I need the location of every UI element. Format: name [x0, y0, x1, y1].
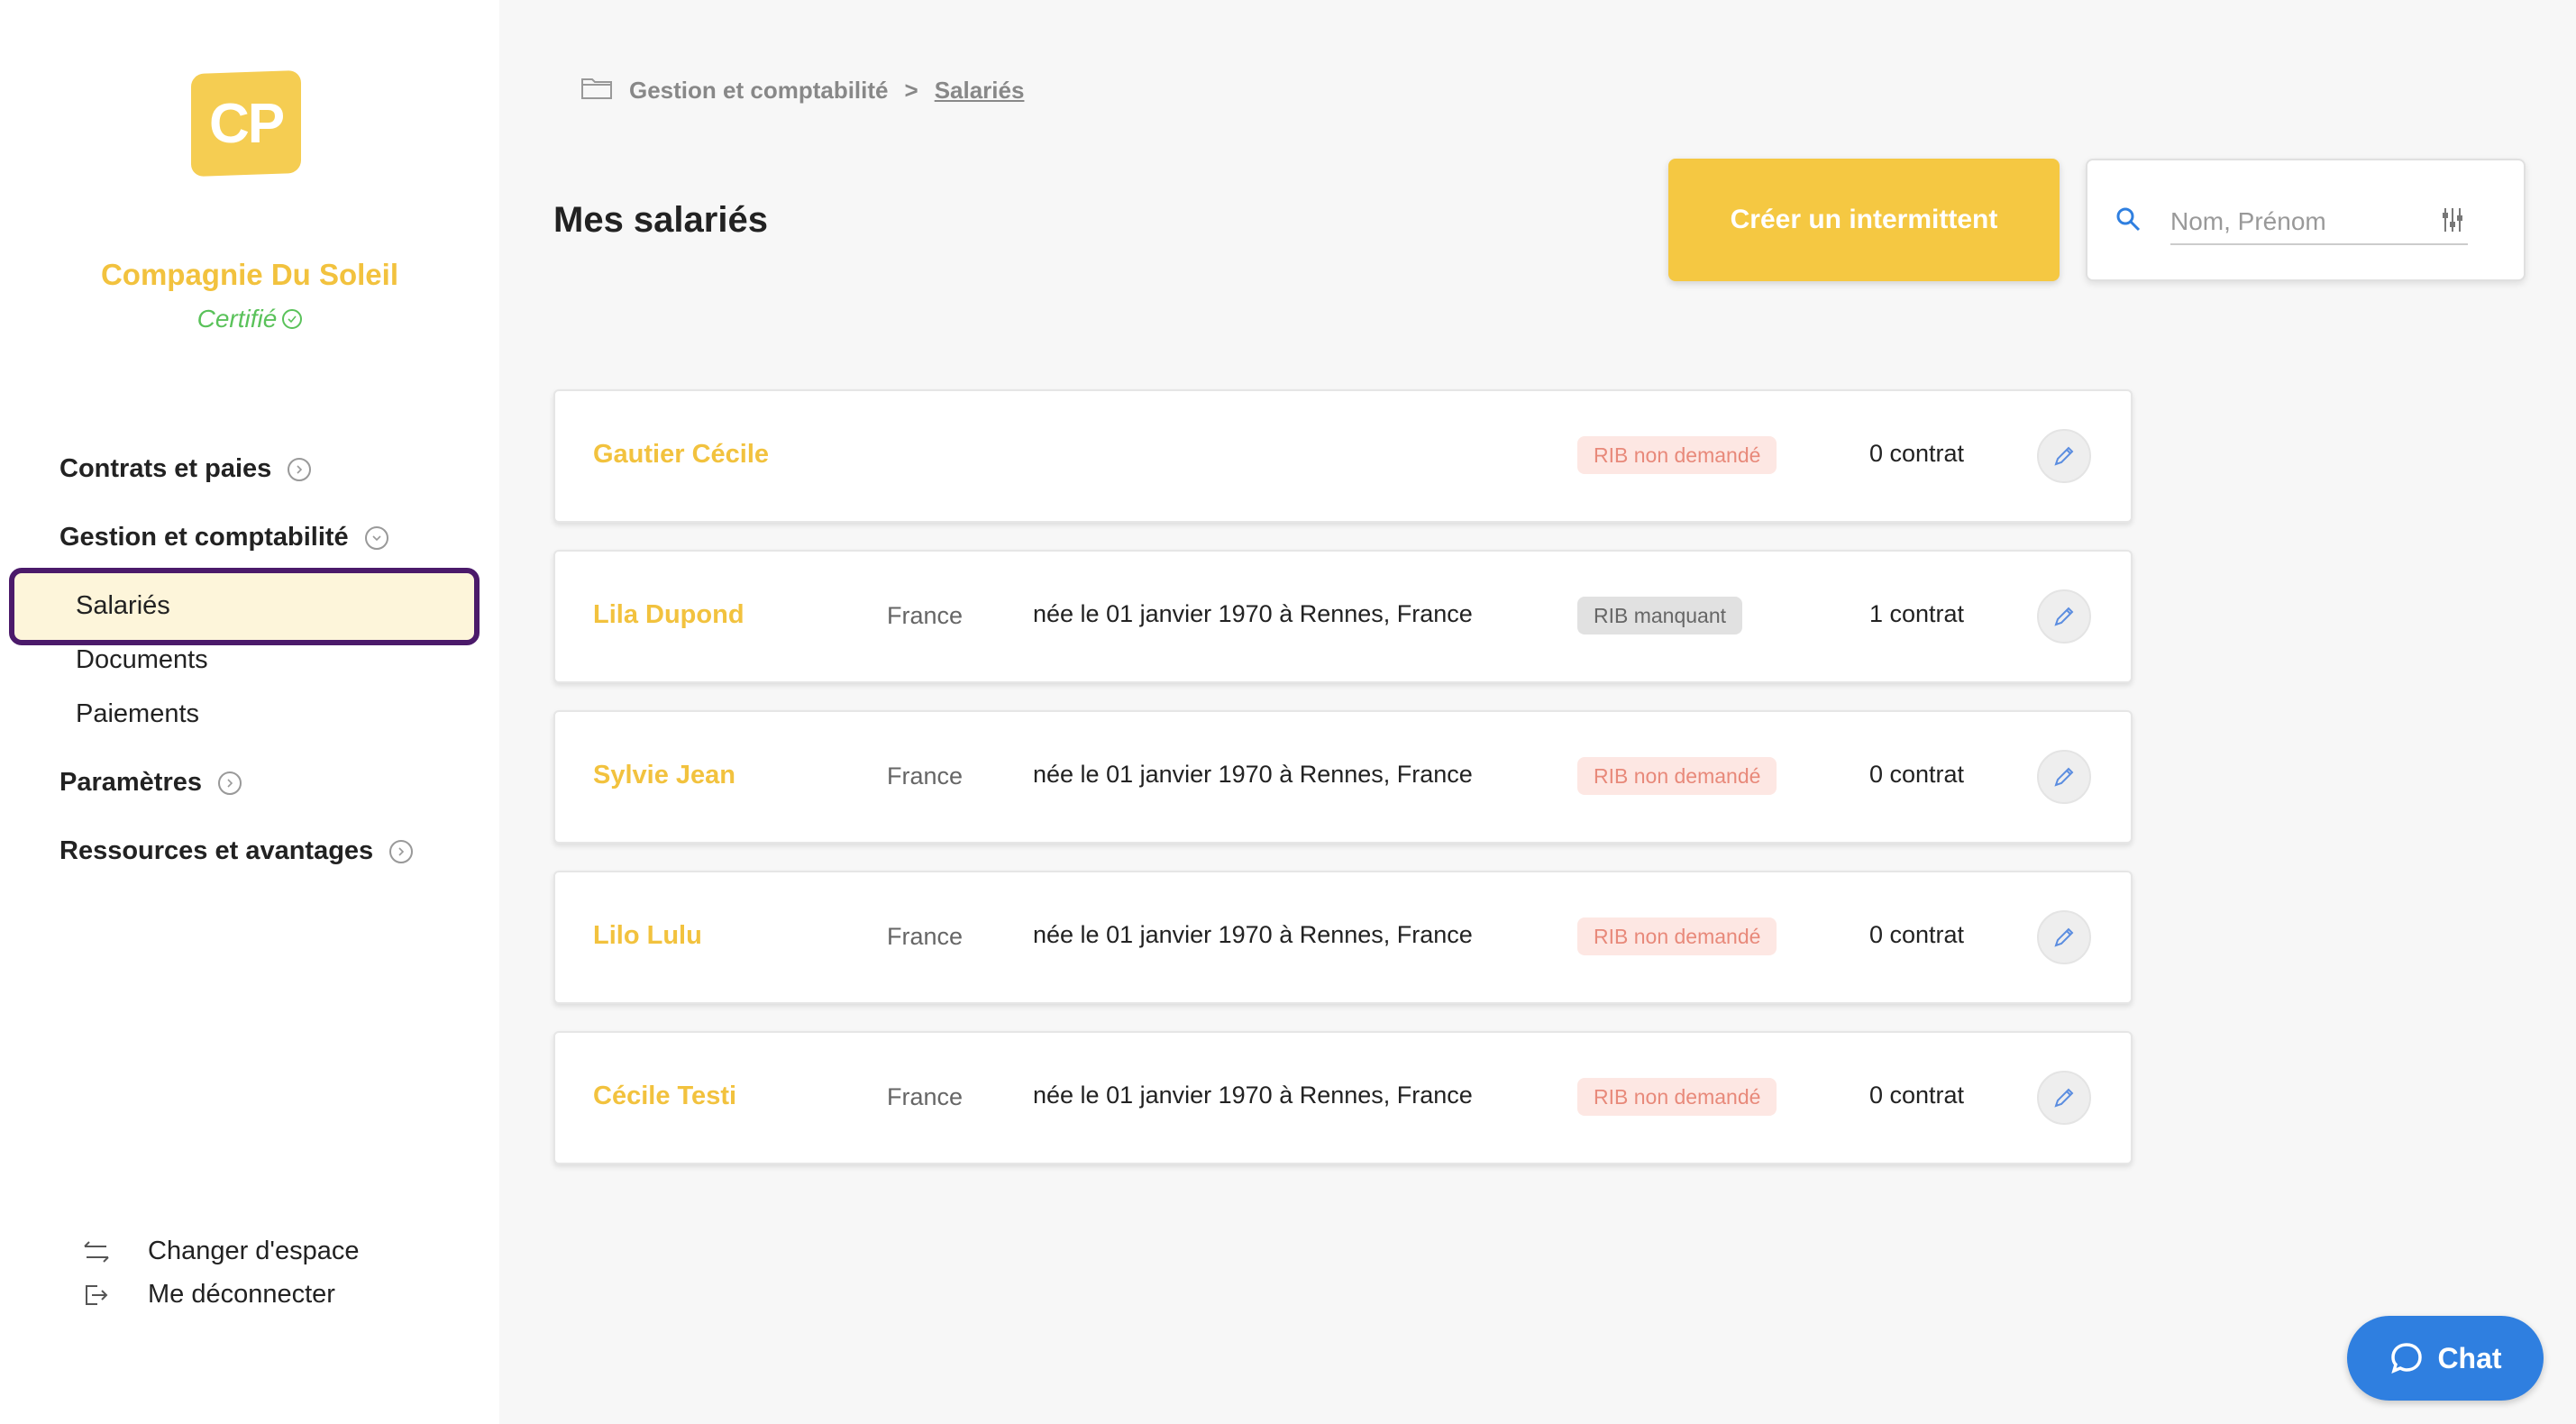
nav-contrats-et-paies[interactable]: Contrats et paies — [59, 454, 312, 484]
employee-row[interactable]: Gautier Cécile RIB non demandé 0 contrat — [553, 389, 2133, 523]
certified-label: Certifié — [196, 305, 278, 333]
logout-icon — [86, 1284, 108, 1305]
pencil-icon — [2054, 767, 2074, 787]
search-icon — [2116, 207, 2141, 232]
company-name: Compagnie Du Soleil — [100, 258, 399, 291]
employee-name[interactable]: Sylvie Jean — [593, 761, 735, 790]
contract-count: 0 contrat — [1869, 1082, 1965, 1109]
employee-row[interactable]: Cécile Testi France née le 01 janvier 19… — [553, 1031, 2133, 1164]
switch-space-link[interactable]: Changer d'espace — [81, 1237, 359, 1266]
chat-bubble-icon — [2391, 1343, 2423, 1374]
search-box — [2086, 159, 2526, 281]
contract-count: 1 contrat — [1869, 600, 1965, 627]
create-intermittent-button[interactable]: Créer un intermittent — [1668, 159, 2060, 281]
breadcrumb: Gestion et comptabilité > Salariés — [580, 72, 1024, 108]
employee-row[interactable]: Lilo Lulu France née le 01 janvier 1970 … — [553, 871, 2133, 1004]
edit-button[interactable] — [2037, 429, 2091, 483]
sidebar-item-documents[interactable]: Documents — [76, 645, 208, 675]
employee-country: France — [887, 923, 964, 950]
search-input[interactable] — [2170, 200, 2468, 245]
rib-status-badge: RIB manquant — [1577, 597, 1743, 634]
rib-status-badge: RIB non demandé — [1577, 1078, 1777, 1116]
chat-label: Chat — [2437, 1341, 2502, 1374]
rib-status-badge: RIB non demandé — [1577, 436, 1777, 474]
breadcrumb-current[interactable]: Salariés — [935, 77, 1025, 105]
chevron-right-icon — [218, 771, 242, 795]
pencil-icon — [2054, 446, 2074, 466]
employee-name[interactable]: Gautier Cécile — [593, 440, 769, 470]
employee-birth: née le 01 janvier 1970 à Rennes, France — [1033, 921, 1473, 948]
employee-row[interactable]: Sylvie Jean France née le 01 janvier 197… — [553, 710, 2133, 844]
sidebar: CP Compagnie Du Soleil Certifié Contrats… — [0, 0, 499, 1424]
logout-label: Me déconnecter — [148, 1280, 335, 1309]
nav-ressources-et-avantages[interactable]: Ressources et avantages — [59, 836, 414, 866]
employee-name[interactable]: Cécile Testi — [593, 1082, 736, 1111]
edit-button[interactable] — [2037, 1071, 2091, 1125]
contract-count: 0 contrat — [1869, 440, 1965, 467]
employee-birth: née le 01 janvier 1970 à Rennes, France — [1033, 1082, 1473, 1109]
nav-label: Gestion et comptabilité — [59, 523, 349, 552]
rib-status-badge: RIB non demandé — [1577, 757, 1777, 795]
edit-button[interactable] — [2037, 589, 2091, 644]
switch-space-label: Changer d'espace — [148, 1237, 360, 1265]
nav-label: Paramètres — [59, 768, 202, 797]
certified-status: Certifié — [0, 305, 499, 333]
employee-name[interactable]: Lila Dupond — [593, 600, 744, 630]
employee-country: France — [887, 602, 964, 629]
nav-gestion-et-comptabilite[interactable]: Gestion et comptabilité — [59, 523, 388, 552]
pencil-icon — [2054, 1088, 2074, 1108]
contract-count: 0 contrat — [1869, 761, 1965, 788]
employee-row[interactable]: Lila Dupond France née le 01 janvier 197… — [553, 550, 2133, 683]
employee-birth: née le 01 janvier 1970 à Rennes, France — [1033, 761, 1473, 788]
employee-country: France — [887, 1083, 964, 1110]
employee-birth: née le 01 janvier 1970 à Rennes, France — [1033, 600, 1473, 627]
breadcrumb-parent[interactable]: Gestion et comptabilité — [629, 77, 889, 105]
edit-button[interactable] — [2037, 750, 2091, 804]
rib-status-badge: RIB non demandé — [1577, 917, 1777, 955]
folder-icon — [580, 74, 613, 107]
logout-link[interactable]: Me déconnecter — [81, 1280, 335, 1310]
breadcrumb-separator: > — [904, 76, 918, 104]
chevron-down-icon — [364, 525, 388, 550]
filter-icon[interactable] — [2439, 205, 2466, 234]
nav-label: Contrats et paies — [59, 454, 272, 483]
sidebar-item-paiements[interactable]: Paiements — [76, 699, 199, 729]
contract-count: 0 contrat — [1869, 921, 1965, 948]
chevron-right-icon — [389, 839, 414, 863]
swap-arrows-icon — [84, 1240, 109, 1263]
pencil-icon — [2054, 607, 2074, 626]
chevron-right-icon — [288, 457, 312, 481]
nav-parametres[interactable]: Paramètres — [59, 768, 242, 798]
nav-label: Ressources et avantages — [59, 836, 374, 865]
company-logo[interactable]: CP — [191, 69, 301, 178]
check-circle-icon — [282, 309, 303, 329]
sidebar-item-salaries[interactable]: Salariés — [76, 591, 170, 621]
logo-text: CP — [208, 92, 284, 155]
page-title: Mes salariés — [553, 200, 768, 240]
edit-button[interactable] — [2037, 910, 2091, 964]
employee-name[interactable]: Lilo Lulu — [593, 921, 702, 951]
pencil-icon — [2054, 927, 2074, 947]
chat-button[interactable]: Chat — [2347, 1316, 2544, 1401]
employee-country: France — [887, 762, 964, 790]
